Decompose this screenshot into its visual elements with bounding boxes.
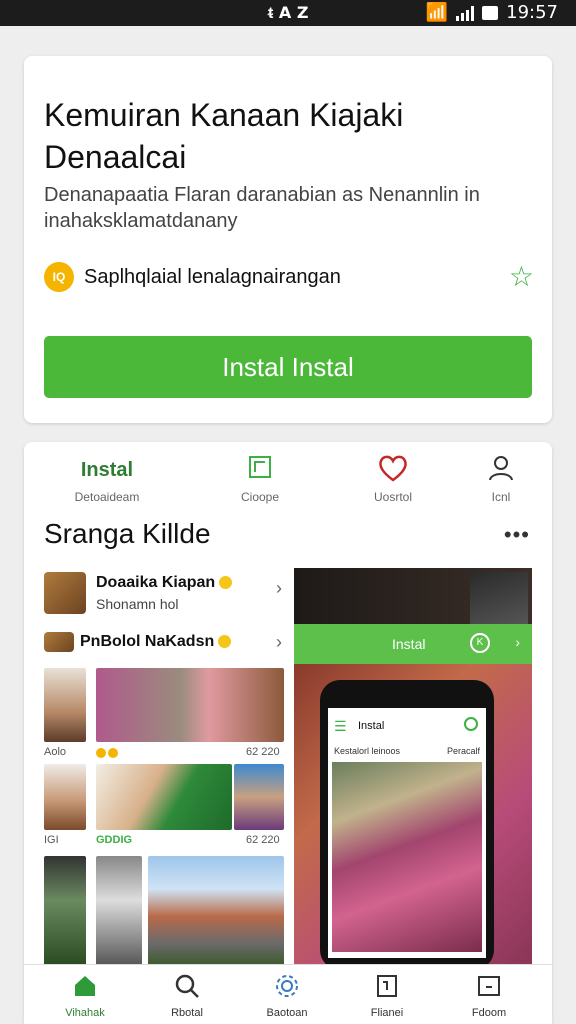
app-header-card: Kemuiran Kanaan Kiajaki Denaalcai Denana…	[24, 56, 552, 423]
status-left-text: ᵵ A Z	[268, 3, 309, 22]
nav-search[interactable]: Rbotal	[142, 973, 232, 1019]
avatar	[44, 572, 86, 614]
star-icon[interactable]: ☆	[509, 260, 534, 293]
phone-photo	[332, 762, 482, 952]
heart-icon	[338, 454, 448, 486]
tab-profile[interactable]: Icnl	[446, 454, 552, 504]
signal-icon	[456, 5, 475, 21]
tab-bar: Instal Detoaideam Cioope Uosrtol Icnl	[24, 454, 552, 518]
nav-window-label: Fdoom	[471, 1007, 507, 1019]
badge-icon	[108, 748, 118, 758]
photo-thumb[interactable]	[234, 764, 284, 830]
nav-device-label: Flianei	[370, 1007, 404, 1019]
tab-favorites[interactable]: Uosrtol	[338, 454, 448, 504]
nav-settings[interactable]: Baotoan	[242, 973, 332, 1019]
tab-details-main: Instal	[80, 459, 134, 481]
app-title: Kemuiran Kanaan Kiajaki Denaalcai	[44, 97, 404, 175]
status-time: 19:57	[506, 2, 558, 23]
feed-item-sub: Shonamn hol	[96, 596, 179, 612]
photo-thumb[interactable]	[96, 856, 142, 966]
badge-icon	[219, 576, 233, 590]
thumb-caption: IGI	[44, 834, 59, 846]
nav-search-label: Rbotal	[171, 1007, 203, 1019]
developer-row[interactable]: IQ Saplhqlaial lenalagnairangan ☆	[44, 260, 534, 294]
list-item[interactable]: Doaaika Kiapan Shonamn hol ›	[44, 572, 284, 616]
phone-title: Instal	[358, 720, 385, 732]
window-icon	[444, 973, 534, 1003]
menu-icon: ☰	[334, 718, 347, 734]
nav-home-label: Vihahak	[65, 1007, 105, 1019]
tab-photos-label: Cioope	[240, 490, 280, 504]
home-icon	[40, 973, 130, 1003]
feed-list: Doaaika Kiapan Shonamn hol › PnBolol NaK…	[44, 568, 284, 1024]
feed-item-name: Doaaika Kiapan	[96, 574, 233, 592]
thumb-caption: GDDIG	[96, 834, 133, 846]
check-icon: K	[470, 633, 490, 653]
phone-subtitle-left: Kestalorl leinoos	[334, 746, 401, 756]
battery-icon	[482, 5, 499, 20]
promo-install-bar[interactable]: Instal K ›	[294, 624, 532, 664]
settings-icon	[242, 973, 332, 1003]
timer-icon	[464, 717, 478, 731]
app-description: Denanapaatia Flaran daranabian as Nenann…	[44, 184, 480, 232]
chevron-right-icon[interactable]: ›	[276, 578, 282, 599]
nav-window[interactable]: Fdoom	[444, 973, 534, 1019]
photo-thumb[interactable]	[96, 764, 232, 830]
search-icon	[142, 973, 232, 1003]
developer-name[interactable]: Saplhqlaial lenalagnairangan	[84, 266, 341, 289]
phone-screen: ☰ Instal Kestalorl leinoos Peracalf	[328, 708, 486, 958]
tab-favorites-label: Uosrtol	[373, 490, 412, 504]
phone-mockup: ☰ Instal Kestalorl leinoos Peracalf	[320, 680, 494, 970]
device-icon	[342, 973, 432, 1003]
photo-thumb[interactable]	[96, 668, 284, 742]
photo-thumb[interactable]	[148, 856, 284, 966]
list-item[interactable]: PnBolol NaKadsn ›	[44, 630, 284, 656]
person-icon	[446, 454, 552, 486]
phone-subtitle-right: Peracalf	[446, 746, 480, 756]
content-card: Instal Detoaideam Cioope Uosrtol Icnl Sr…	[24, 442, 552, 1024]
chevron-right-icon[interactable]: ›	[276, 632, 282, 653]
photo-thumb[interactable]	[44, 856, 86, 966]
nav-home[interactable]: Vihahak	[40, 973, 130, 1019]
image-icon	[205, 454, 315, 486]
promo-install-label: Instal	[392, 636, 426, 652]
thumb-caption: 62 220	[246, 746, 280, 758]
tab-details[interactable]: Instal Detoaideam	[52, 454, 162, 504]
tab-details-label: Detoaideam	[74, 490, 140, 504]
tab-profile-label: Icnl	[491, 490, 511, 504]
badge-icon	[218, 635, 232, 649]
promo-avatar	[470, 572, 528, 624]
nav-settings-label: Baotoan	[266, 1007, 308, 1019]
developer-badge-icon: IQ	[44, 262, 74, 292]
section-title: Sranga Killde	[44, 518, 211, 549]
thumb-caption: 62 220	[246, 834, 280, 846]
badge-icon	[96, 748, 106, 758]
bottom-navigation: Vihahak Rbotal Baotoan Flianei Fdoom	[24, 964, 552, 1024]
more-options-icon[interactable]: •••	[504, 522, 530, 548]
avatar	[44, 632, 74, 652]
nav-device[interactable]: Flianei	[342, 973, 432, 1019]
photo-thumb[interactable]	[44, 764, 86, 830]
install-button[interactable]: Instal Instal	[44, 336, 532, 398]
status-bar: ᵵ A Z 📶 19:57	[0, 0, 576, 26]
feed-item-name: PnBolol NaKadsn	[80, 633, 232, 651]
chevron-right-icon[interactable]: ›	[515, 634, 520, 650]
tab-photos[interactable]: Cioope	[205, 454, 315, 504]
thumb-caption: Aolo	[44, 746, 67, 758]
wifi-icon: 📶	[425, 2, 449, 23]
photo-thumb[interactable]	[44, 668, 86, 742]
promo-panel[interactable]: Instal K › ☰ Instal Kestalorl leinoos Pe…	[294, 568, 532, 1024]
phone-header: ☰ Instal	[328, 708, 486, 742]
